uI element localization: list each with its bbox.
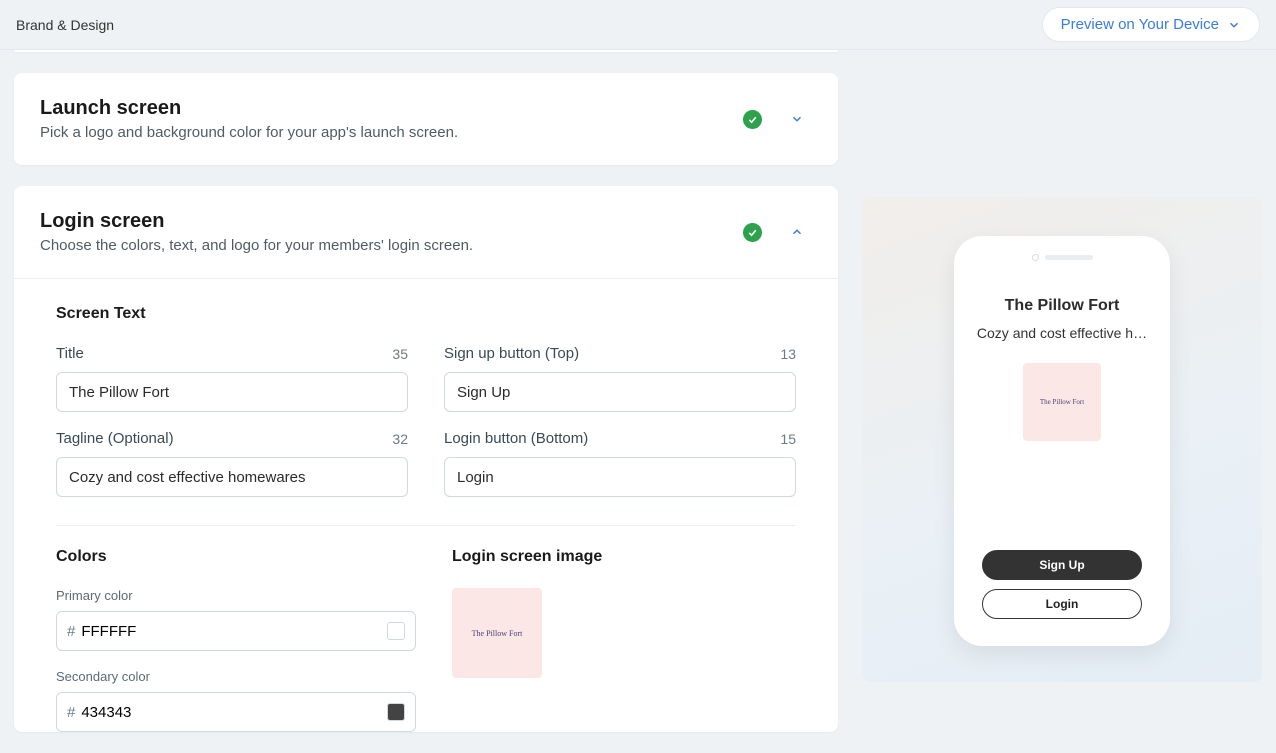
preview-login-button: Login xyxy=(982,589,1142,619)
title-input[interactable] xyxy=(56,372,408,412)
topbar: Brand & Design Preview on Your Device xyxy=(0,0,1276,50)
hash-prefix: # xyxy=(67,623,75,640)
page-title: Brand & Design xyxy=(16,17,114,33)
primary-color-label: Primary color xyxy=(56,588,416,603)
loginbtn-input[interactable] xyxy=(444,457,796,497)
secondary-color-swatch[interactable] xyxy=(387,703,405,721)
signup-count: 13 xyxy=(780,346,796,362)
preview-logo-text: The Pillow Fort xyxy=(1040,398,1084,406)
check-icon xyxy=(743,110,762,129)
login-screen-image[interactable]: The Pillow Fort xyxy=(452,588,542,678)
phone-speaker-icon xyxy=(1045,255,1093,260)
launch-screen-desc: Pick a logo and background color for you… xyxy=(40,124,458,141)
secondary-color-input[interactable] xyxy=(81,704,381,721)
divider xyxy=(56,525,796,526)
login-image-heading: Login screen image xyxy=(452,548,796,566)
hash-prefix: # xyxy=(67,704,75,721)
colors-heading: Colors xyxy=(56,548,416,566)
expand-launch-button[interactable] xyxy=(782,104,812,134)
loginbtn-label: Login button (Bottom) xyxy=(444,430,588,447)
launch-screen-title: Launch screen xyxy=(40,97,458,120)
phone-camera-icon xyxy=(1032,254,1039,261)
secondary-color-input-wrap[interactable]: # xyxy=(56,692,416,732)
screen-text-heading: Screen Text xyxy=(56,305,796,323)
collapse-login-button[interactable] xyxy=(782,217,812,247)
primary-color-input[interactable] xyxy=(81,623,381,640)
tagline-count: 32 xyxy=(392,431,408,447)
previous-section-card xyxy=(14,50,838,52)
preview-logo: The Pillow Fort xyxy=(1023,363,1101,441)
check-icon xyxy=(743,223,762,242)
primary-color-swatch[interactable] xyxy=(387,622,405,640)
tagline-label: Tagline (Optional) xyxy=(56,430,174,447)
tagline-input[interactable] xyxy=(56,457,408,497)
preview-button-label: Preview on Your Device xyxy=(1061,16,1219,33)
launch-screen-section: Launch screen Pick a logo and background… xyxy=(14,73,838,165)
chevron-down-icon xyxy=(1227,18,1241,32)
signup-input[interactable] xyxy=(444,372,796,412)
phone-preview-frame: The Pillow Fort Cozy and cost effective … xyxy=(862,198,1262,682)
preview-on-device-button[interactable]: Preview on Your Device xyxy=(1042,7,1260,42)
preview-app-title: The Pillow Fort xyxy=(972,297,1152,315)
preview-signup-button: Sign Up xyxy=(982,550,1142,580)
signup-label: Sign up button (Top) xyxy=(444,345,579,362)
preview-tagline: Cozy and cost effective h… xyxy=(972,325,1152,341)
loginbtn-count: 15 xyxy=(780,431,796,447)
login-screen-section: Login screen Choose the colors, text, an… xyxy=(14,186,838,732)
login-screen-title: Login screen xyxy=(40,210,473,233)
login-image-text: The Pillow Fort xyxy=(472,629,523,638)
login-screen-desc: Choose the colors, text, and logo for yo… xyxy=(40,237,473,254)
secondary-color-label: Secondary color xyxy=(56,669,416,684)
title-label: Title xyxy=(56,345,84,362)
primary-color-input-wrap[interactable]: # xyxy=(56,611,416,651)
phone-mockup: The Pillow Fort Cozy and cost effective … xyxy=(954,236,1170,646)
title-count: 35 xyxy=(392,346,408,362)
